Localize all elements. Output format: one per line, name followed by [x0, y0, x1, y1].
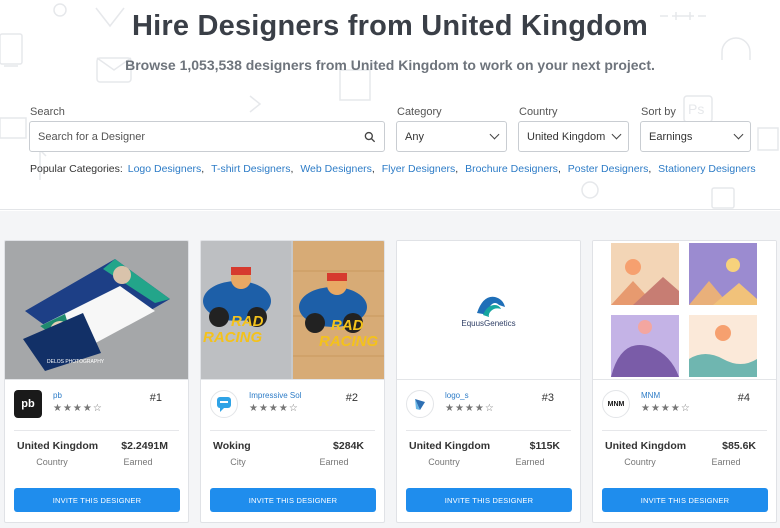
avatar[interactable] — [406, 390, 434, 418]
sort-select[interactable]: Earnings — [640, 121, 751, 152]
invite-designer-button[interactable]: INVITE THIS DESIGNER — [210, 488, 376, 512]
designer-earned: $284K — [333, 440, 364, 452]
invite-designer-button[interactable]: INVITE THIS DESIGNER — [406, 488, 572, 512]
portfolio-thumbnail[interactable] — [593, 241, 776, 379]
rating-stars-icon: ★★★★☆ — [249, 403, 299, 414]
popular-link-logo[interactable]: Logo Designers — [128, 163, 202, 175]
designer-card[interactable]: EquusGenetics logo_s ★★★★☆ #3 United Kin… — [396, 240, 581, 523]
popular-link-web[interactable]: Web Designers — [300, 163, 372, 175]
designer-location: United Kingdom — [605, 440, 687, 452]
sort-value: Earnings — [649, 130, 693, 143]
chevron-down-icon — [611, 129, 622, 140]
chevron-down-icon — [489, 129, 500, 140]
rating-stars-icon: ★★★★☆ — [53, 403, 103, 414]
designer-location: Woking — [213, 440, 251, 452]
rating-stars-icon: ★★★★☆ — [641, 403, 691, 414]
designer-info: pb pb ★★★★☆ #1 United Kingdom Country $2… — [5, 379, 188, 522]
page-header: Ps Hire Designers from United Kingdom Br… — [0, 0, 780, 210]
location-label: Country — [36, 457, 68, 467]
portfolio-thumbnail[interactable]: RAD RACING RAD RACING — [201, 241, 384, 379]
page-subtitle: Browse 1,053,538 designers from United K… — [125, 57, 655, 73]
category-value: Any — [405, 130, 424, 143]
designer-rank: #4 — [737, 392, 750, 404]
search-field[interactable] — [29, 121, 385, 152]
rating-stars-icon: ★★★★☆ — [445, 403, 495, 414]
thumbnail-logo-text: RAD — [231, 313, 264, 330]
designer-location: United Kingdom — [17, 440, 99, 452]
divider — [210, 430, 375, 431]
designer-earned: $85.6K — [722, 440, 756, 452]
earned-label: Earned — [123, 457, 153, 467]
designer-rank: #2 — [345, 392, 358, 404]
designer-location: United Kingdom — [409, 440, 491, 452]
avatar[interactable] — [210, 390, 238, 418]
earned-label: Earned — [319, 457, 349, 467]
designer-info: MNM MNM ★★★★☆ #4 United Kingdom Country … — [593, 379, 776, 522]
search-icon[interactable] — [364, 131, 376, 143]
divider — [14, 430, 179, 431]
designer-card[interactable]: RAD RACING RAD RACING Impressive Sol ★★★… — [200, 240, 385, 523]
category-select[interactable]: Any — [396, 121, 507, 152]
designer-rank: #1 — [149, 392, 162, 404]
popular-link-tshirt[interactable]: T-shirt Designers — [211, 163, 290, 175]
location-label: Country — [428, 457, 460, 467]
avatar[interactable]: MNM — [602, 390, 630, 418]
thumbnail-logo-text: RACING — [319, 333, 379, 350]
portfolio-thumbnail[interactable]: DELOS PHOTOGRAPHY — [5, 241, 188, 379]
divider — [602, 430, 767, 431]
divider — [406, 430, 571, 431]
thumbnail-logo-text: EquusGenetics — [461, 319, 516, 328]
designer-name[interactable]: Impressive Sol — [249, 391, 301, 400]
designer-name[interactable]: MNM — [641, 391, 660, 400]
country-select[interactable]: United Kingdom — [518, 121, 629, 152]
location-label: Country — [624, 457, 656, 467]
designer-name[interactable]: logo_s — [445, 391, 469, 400]
invite-designer-button[interactable]: INVITE THIS DESIGNER — [602, 488, 768, 512]
svg-text:Ps: Ps — [688, 101, 704, 117]
designer-info: Impressive Sol ★★★★☆ #2 Woking City $284… — [201, 379, 384, 522]
designer-earned: $115K — [529, 440, 560, 452]
chevron-down-icon — [733, 129, 744, 140]
country-value: United Kingdom — [527, 130, 606, 143]
popular-link-stationery[interactable]: Stationery Designers — [658, 163, 755, 175]
earned-label: Earned — [515, 457, 545, 467]
popular-categories-label: Popular Categories: — [30, 163, 123, 175]
earned-label: Earned — [711, 457, 741, 467]
designer-name[interactable]: pb — [53, 391, 62, 400]
popular-categories: Popular Categories: Logo Designers, T-sh… — [30, 163, 756, 175]
search-input[interactable] — [38, 130, 365, 143]
popular-link-flyer[interactable]: Flyer Designers — [382, 163, 456, 175]
designer-earned: $2.2491M — [121, 440, 168, 452]
designer-card[interactable]: MNM MNM ★★★★☆ #4 United Kingdom Country … — [592, 240, 777, 523]
svg-text:DELOS PHOTOGRAPHY: DELOS PHOTOGRAPHY — [47, 359, 105, 365]
designer-card[interactable]: DELOS PHOTOGRAPHY pb pb ★★★★☆ #1 United … — [4, 240, 189, 523]
country-label: Country — [519, 106, 558, 118]
designer-rank: #3 — [541, 392, 554, 404]
location-label: City — [230, 457, 246, 467]
portfolio-thumbnail[interactable]: EquusGenetics — [397, 241, 580, 379]
sort-label: Sort by — [641, 106, 676, 118]
search-label: Search — [30, 106, 65, 118]
page-title: Hire Designers from United Kingdom — [132, 10, 648, 42]
category-label: Category — [397, 106, 442, 118]
logo-mark-icon — [415, 399, 425, 410]
designer-info: logo_s ★★★★☆ #3 United Kingdom Country $… — [397, 379, 580, 522]
speech-bubble-icon — [217, 397, 231, 412]
thumbnail-logo-text: RAD — [331, 317, 364, 334]
popular-link-brochure[interactable]: Brochure Designers — [465, 163, 558, 175]
thumbnail-logo-text: RACING — [203, 329, 263, 346]
avatar[interactable]: pb — [14, 390, 42, 418]
popular-link-poster[interactable]: Poster Designers — [568, 163, 649, 175]
designer-results: DELOS PHOTOGRAPHY pb pb ★★★★☆ #1 United … — [0, 211, 780, 528]
invite-designer-button[interactable]: INVITE THIS DESIGNER — [14, 488, 180, 512]
